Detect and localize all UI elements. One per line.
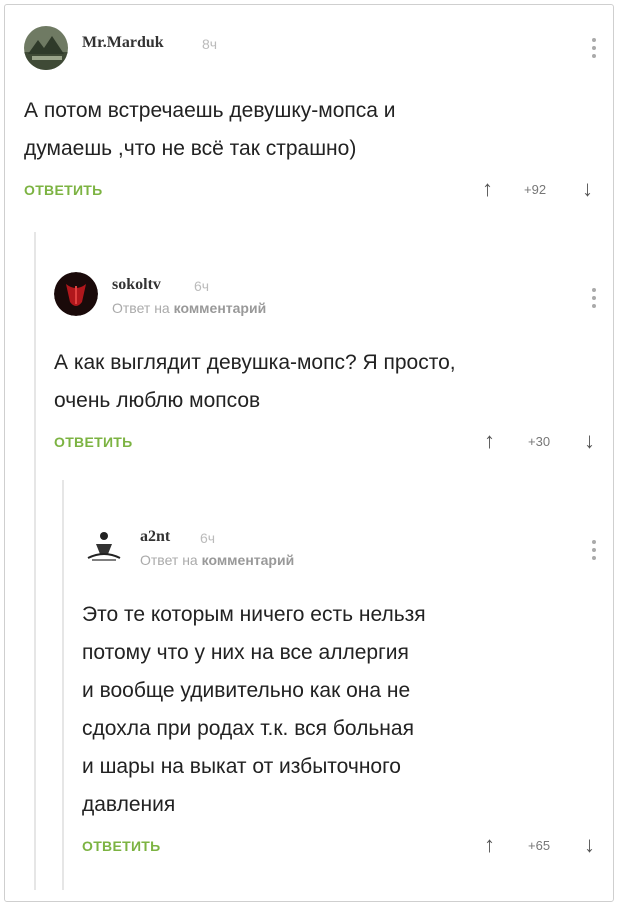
reply-button[interactable]: ОТВЕТИТЬ — [24, 182, 103, 198]
comment-text: Это те которым ничего есть нельзя потому… — [82, 603, 426, 816]
up-arrow-icon[interactable]: ↑ — [482, 176, 493, 202]
reply-to: Ответ на комментарий — [112, 300, 267, 316]
reply-to-link[interactable]: комментарий — [174, 300, 267, 316]
comment-3: a2nt 6ч Ответ на комментарий Это те кото… — [82, 524, 604, 864]
down-arrow-icon[interactable]: ↓ — [584, 832, 595, 858]
vertical-dots-icon[interactable] — [592, 288, 596, 312]
comment-time: 8ч — [202, 36, 218, 52]
comment-text: А как выглядит девушка-мопс? Я просто, о… — [54, 351, 456, 412]
comment-time: 6ч — [194, 278, 210, 294]
comment-1: Mr.Marduk 8ч А потом встречаешь девушку-… — [24, 26, 604, 208]
reply-to-link[interactable]: комментарий — [202, 552, 295, 568]
comment-text: А потом встречаешь девушку-мопса и думае… — [24, 99, 396, 160]
landscape-avatar-icon[interactable] — [24, 26, 68, 70]
username[interactable]: Mr.Marduk — [82, 34, 164, 52]
thread-line-level-1 — [34, 232, 36, 890]
reply-button[interactable]: ОТВЕТИТЬ — [82, 838, 161, 854]
up-arrow-icon[interactable]: ↑ — [484, 832, 495, 858]
rating-count: +30 — [528, 434, 551, 449]
red-emblem-avatar-icon[interactable] — [54, 272, 98, 316]
rating-count: +92 — [524, 182, 547, 197]
comment-time: 6ч — [200, 530, 216, 546]
down-arrow-icon[interactable]: ↓ — [582, 176, 593, 202]
username[interactable]: a2nt — [140, 528, 170, 546]
up-arrow-icon[interactable]: ↑ — [484, 428, 495, 454]
reply-to: Ответ на комментарий — [140, 552, 295, 568]
thread-line-level-2 — [62, 480, 64, 890]
reply-button[interactable]: ОТВЕТИТЬ — [54, 434, 133, 450]
username[interactable]: sokoltv — [112, 276, 161, 294]
vertical-dots-icon[interactable] — [592, 38, 596, 62]
rating-count: +65 — [528, 838, 551, 853]
comment-2: sokoltv 6ч Ответ на комментарий А как вы… — [54, 272, 604, 460]
vertical-dots-icon[interactable] — [592, 540, 596, 564]
down-arrow-icon[interactable]: ↓ — [584, 428, 595, 454]
figure-sketch-avatar-icon[interactable] — [82, 524, 126, 568]
